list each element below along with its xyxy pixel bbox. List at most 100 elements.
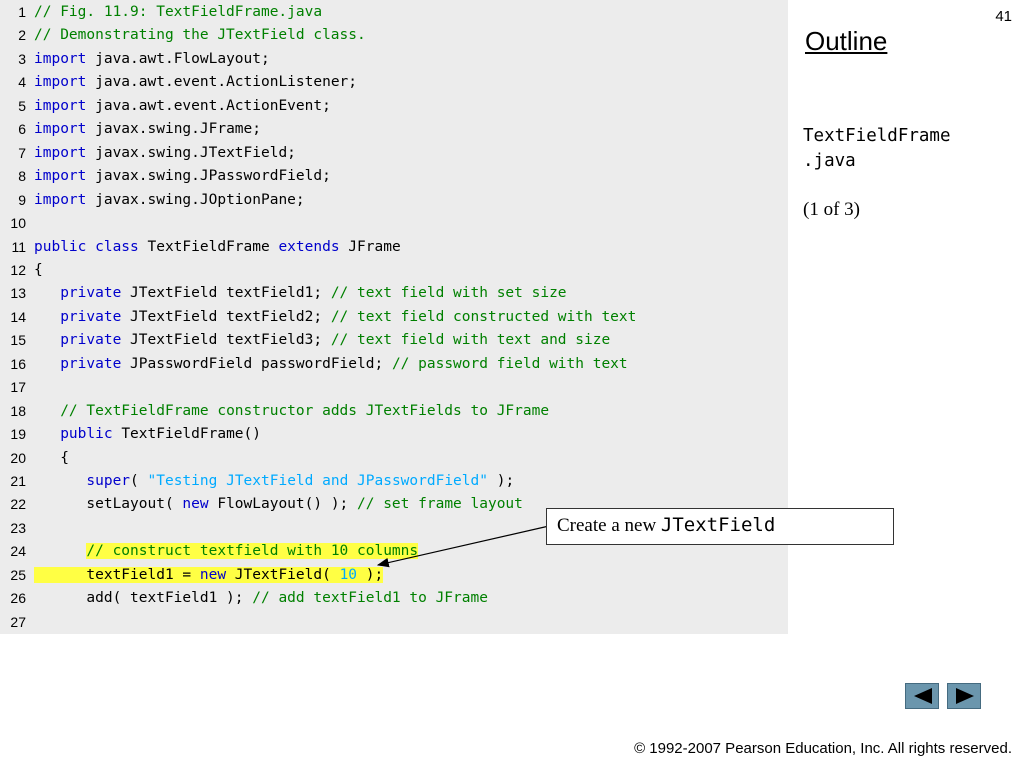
code-line: 23 [0, 517, 26, 540]
line-number: 14 [10, 308, 26, 325]
code-token-normal [34, 309, 60, 325]
line-number: 20 [10, 449, 26, 466]
line-number: 13 [10, 285, 26, 302]
code-token-keyword: private [60, 285, 122, 302]
line-number: 16 [10, 355, 26, 372]
line-source: // TextFieldFrame constructor adds JText… [34, 400, 549, 423]
code-token-normal [34, 403, 60, 419]
line-number: 4 [18, 74, 26, 91]
copyright-notice: © 1992-2007 Pearson Education, Inc. All … [634, 740, 1012, 757]
line-number: 27 [10, 613, 26, 630]
next-slide-button[interactable] [947, 683, 981, 709]
code-token-normal: TextFieldFrame() [112, 426, 261, 443]
code-token-normal: { [34, 449, 69, 466]
line-source: { [34, 447, 69, 470]
code-token-keyword: private [60, 308, 122, 325]
code-token-comment: // TextFieldFrame constructor adds JText… [60, 402, 550, 419]
code-line: 12 { [0, 259, 42, 282]
code-token-comment: // text field constructed with text [330, 308, 637, 325]
code-token-normal: ); [357, 566, 384, 583]
previous-slide-button[interactable] [905, 683, 939, 709]
code-token-normal: textField1 = [34, 566, 200, 583]
code-token-normal [34, 426, 60, 442]
triangle-left-icon [914, 688, 932, 704]
code-line: 11 public class TextFieldFrame extends JF… [0, 236, 400, 259]
line-number: 21 [10, 473, 26, 489]
code-line: 16 private JPasswordField passwordField;… [0, 353, 627, 376]
line-number: 17 [10, 379, 26, 396]
code-token-normal: javax.swing.JOptionPane; [86, 191, 305, 208]
line-number: 12 [10, 261, 26, 278]
code-token-string: "Testing JTextField and JPasswordField" [147, 473, 488, 489]
code-token-keyword: import [34, 144, 87, 161]
line-source: import javax.swing.JTextField; [34, 142, 296, 165]
code-token-keyword: new [199, 566, 227, 583]
code-line: 6 import javax.swing.JFrame; [0, 118, 261, 141]
code-token-keyword: import [34, 121, 87, 138]
code-token-comment: // construct textfield with 10 columns [86, 543, 419, 560]
code-line: 8 import javax.swing.JPasswordField; [0, 165, 331, 188]
line-source: { [34, 259, 43, 282]
code-token-keyword: import [34, 74, 87, 91]
code-line: 9 import javax.swing.JOptionPane; [0, 189, 304, 212]
code-token-keyword: extends [278, 238, 340, 255]
file-name: TextFieldFrame .java [803, 126, 951, 171]
code-line: 20 { [0, 447, 69, 470]
code-token-normal [34, 356, 60, 372]
line-number: 2 [18, 27, 26, 44]
code-token-normal: FlowLayout() ); [208, 496, 358, 513]
line-number: 25 [10, 566, 26, 583]
code-line: 19 public TextFieldFrame() [0, 423, 261, 446]
line-number: 11 [11, 238, 26, 255]
code-token-normal: javax.swing.JPasswordField; [86, 168, 331, 185]
code-line: 22 setLayout( new FlowLayout() ); // set… [0, 493, 522, 516]
code-line: 21 super( "Testing JTextField and JPassw… [0, 470, 514, 493]
line-number: 15 [10, 332, 26, 349]
slide-number: 41 [995, 8, 1012, 25]
code-token-normal: ); [487, 473, 515, 489]
line-number: 9 [18, 191, 26, 208]
highlighted-code: textField1 = new JTextField( 10 ); [34, 566, 384, 583]
code-token-keyword: public [60, 426, 113, 443]
line-source: import java.awt.event.ActionEvent; [34, 95, 331, 118]
code-line: 26 add( textField1 ); // add textField1 … [0, 587, 488, 610]
code-token-normal: JPasswordField passwordField; [121, 355, 392, 372]
callout-code: JTextField [660, 514, 776, 536]
line-number: 24 [10, 543, 26, 560]
code-token-normal: add( textField1 ); [34, 590, 253, 607]
line-source: import javax.swing.JPasswordField; [34, 165, 331, 188]
code-line: 17 [0, 376, 26, 399]
line-source: import javax.swing.JFrame; [34, 118, 261, 141]
code-token-normal: ( [130, 473, 148, 489]
line-number: 3 [18, 50, 26, 67]
code-line: 4 import java.awt.event.ActionListener; [0, 71, 357, 94]
line-number: 10 [10, 215, 26, 232]
line-number: 26 [10, 590, 26, 607]
line-source: public class TextFieldFrame extends JFra… [34, 236, 401, 259]
line-source: // Fig. 11.9: TextFieldFrame.java [34, 1, 322, 24]
code-token-normal: { [34, 261, 43, 278]
highlighted-code: // construct textfield with 10 columns [86, 543, 419, 560]
code-token-number: 10 [339, 566, 358, 583]
code-token-comment: // Fig. 11.9: TextFieldFrame.java [34, 4, 323, 20]
code-token-normal: JFrame [339, 238, 401, 255]
code-line: 10 [0, 212, 26, 235]
code-token-normal: JTextField textField1; [121, 285, 331, 302]
line-source: // construct textfield with 10 columns [34, 540, 419, 563]
code-line: 13 private JTextField textField1; // tex… [0, 282, 566, 305]
line-source: private JTextField textField1; // text f… [34, 282, 567, 305]
line-source: public TextFieldFrame() [34, 423, 261, 446]
code-line: 1 // Fig. 11.9: TextFieldFrame.java [0, 1, 322, 24]
code-token-comment: // add textField1 to JFrame [252, 590, 488, 607]
code-token-normal: java.awt.FlowLayout; [86, 50, 270, 67]
code-token-comment: // Demonstrating the JTextField class. [34, 27, 366, 44]
code-token-normal: javax.swing.JTextField; [86, 144, 296, 161]
code-token-comment: // text field with set size [330, 285, 567, 302]
outline-title[interactable]: Outline [805, 26, 887, 57]
line-number: 18 [10, 402, 26, 419]
code-line: 15 private JTextField textField3; // tex… [0, 329, 610, 352]
code-line: 25 textField1 = new JTextField( 10 ); [0, 564, 384, 587]
line-number: 8 [18, 168, 26, 185]
line-number: 7 [18, 144, 26, 161]
